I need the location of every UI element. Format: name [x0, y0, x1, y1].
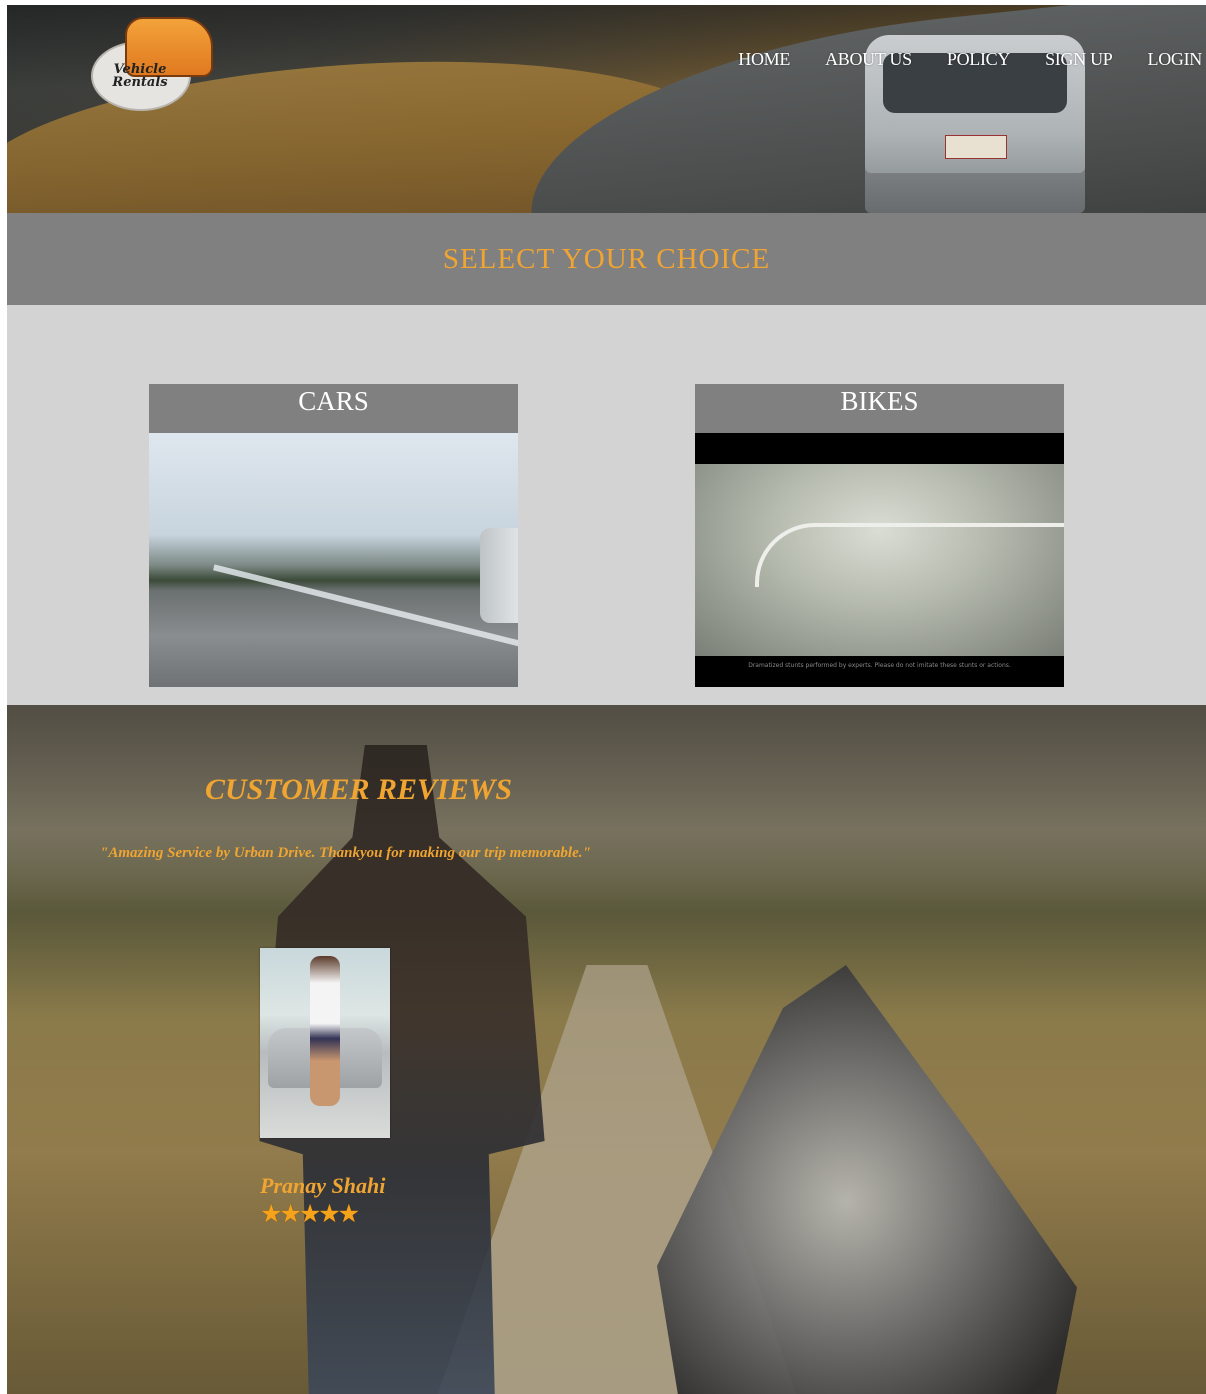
customer-reviews-section: CUSTOMER REVIEWS "Amazing Service by Urb…	[7, 705, 1206, 1394]
road-stripe	[213, 564, 518, 648]
nav-sign-up[interactable]: SIGN UP	[1045, 49, 1113, 70]
top-nav: HOME ABOUT US POLICY SIGN UP LOGIN	[703, 49, 1202, 70]
bikes-card[interactable]: BIKES Dramatized stunts performed by exp…	[695, 384, 1064, 687]
category-section: CARS BIKES Dramatized stunts performed b…	[7, 305, 1206, 705]
choice-band: SELECT YOUR CHOICE	[7, 213, 1206, 305]
passing-car	[480, 528, 518, 623]
brand-logo[interactable]: Vehicle Rentals	[91, 11, 213, 111]
nav-about-us[interactable]: ABOUT US	[825, 49, 912, 70]
cars-image[interactable]	[149, 433, 518, 687]
logo-text: Vehicle Rentals	[112, 62, 168, 90]
cars-card-title[interactable]: CARS	[149, 384, 518, 433]
reviews-heading: CUSTOMER REVIEWS	[205, 773, 513, 806]
background-motorcycle	[657, 965, 1077, 1394]
nav-login[interactable]: LOGIN	[1148, 49, 1203, 70]
nav-home[interactable]: HOME	[738, 49, 790, 70]
reviewer-photo	[260, 948, 390, 1138]
cars-card[interactable]: CARS	[149, 384, 518, 687]
hero-road-image	[515, 5, 1206, 213]
page: Vehicle Rentals HOME ABOUT US POLICY SIG…	[7, 5, 1206, 1394]
bikes-video[interactable]: Dramatized stunts performed by experts. …	[695, 433, 1064, 687]
track-curve	[755, 523, 1064, 587]
bikes-video-caption: Dramatized stunts performed by experts. …	[748, 662, 1011, 669]
hero-header: Vehicle Rentals HOME ABOUT US POLICY SIG…	[7, 5, 1206, 213]
bikes-card-title[interactable]: BIKES	[695, 384, 1064, 433]
rating-stars-icon: ★★★★★	[260, 1199, 360, 1228]
review-quote: "Amazing Service by Urban Drive. Thankyo…	[100, 845, 591, 861]
choice-heading: SELECT YOUR CHOICE	[442, 242, 771, 275]
reviewer-name: Pranay Shahi	[260, 1173, 386, 1198]
reviewer-photo-person	[310, 956, 340, 1106]
nav-policy[interactable]: POLICY	[947, 49, 1011, 70]
